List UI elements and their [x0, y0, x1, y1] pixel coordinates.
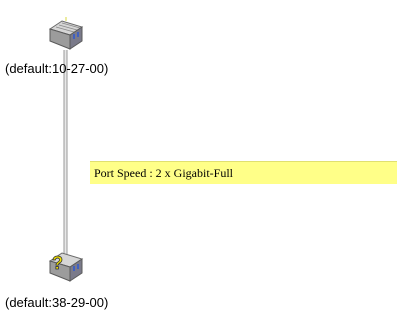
device-label-top: (default:10-27-00): [5, 61, 109, 76]
svg-text:?: ?: [52, 253, 63, 273]
link-tooltip: Port Speed : 2 x Gigabit-Full: [90, 161, 397, 184]
topology-canvas[interactable]: (default:10-27-00) Port Speed : 2 x Giga…: [0, 0, 397, 311]
switch-warning-icon: ?: [48, 252, 84, 282]
device-node-bottom[interactable]: ?: [46, 249, 86, 289]
device-node-top[interactable]: [46, 17, 86, 57]
device-label-bottom: (default:38-29-00): [5, 295, 109, 310]
switch-icon: [48, 17, 84, 50]
